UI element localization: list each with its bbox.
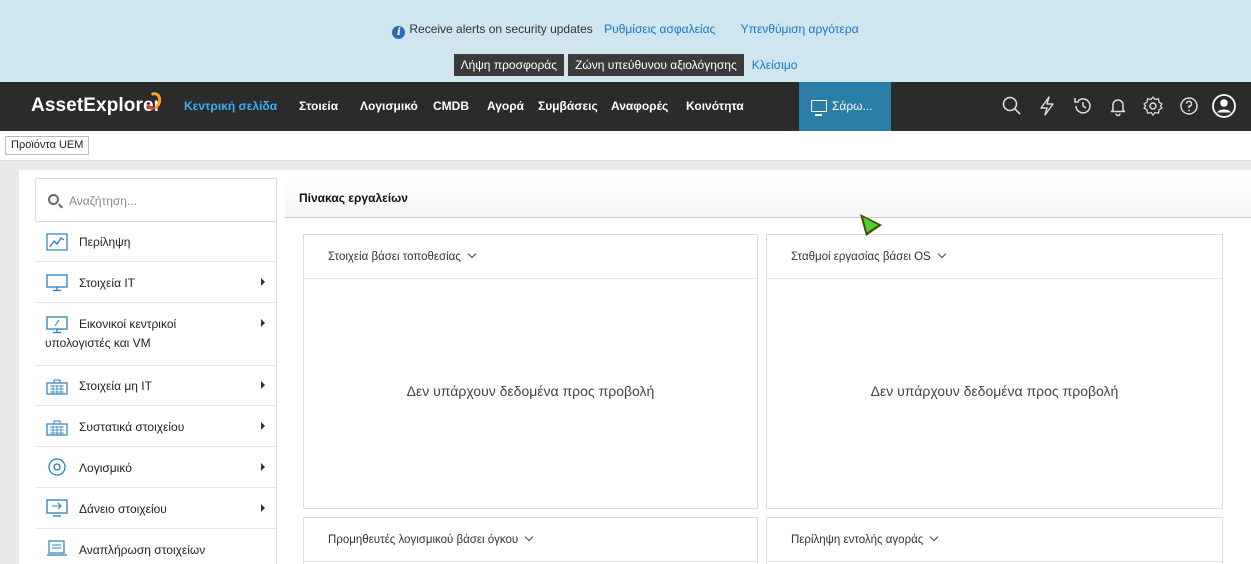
widget-title-dropdown[interactable]: Σταθμοί εργασίας βάσει OS [791, 249, 946, 263]
sidebar-item-replenishment[interactable]: Αναπλήρωση στοιχείων [35, 529, 277, 564]
sidebar-item-asset-components[interactable]: Συστατικά στοιχείου [35, 406, 277, 447]
empty-state-message: Δεν υπάρχουν δεδομένα προς προβολή [870, 383, 1119, 399]
mouse-cursor-icon [860, 214, 882, 236]
info-icon: i [392, 26, 406, 39]
lightning-icon[interactable] [1034, 93, 1060, 119]
scan-button[interactable]: Σάρω... [799, 82, 891, 131]
banner-actions: Λήψη προσφοράς Ζώνη υπεύθυνου αξιολόγησης… [0, 54, 1251, 76]
widget-title-dropdown[interactable]: Στοιχεία βάσει τοποθεσίας [328, 249, 477, 263]
get-offer-button[interactable]: Λήψη προσφοράς [453, 54, 565, 76]
gear-icon[interactable] [1140, 93, 1166, 119]
widget-header: Σταθμοί εργασίας βάσει OS [767, 235, 1222, 279]
banner-message: Receive alerts on security updates [409, 22, 593, 36]
disc-icon [46, 458, 68, 476]
sidebar-item-label: Δάνειο στοιχείου [79, 502, 167, 516]
nav-assets[interactable]: Στοιεία [299, 82, 338, 131]
sidebar-item-summary[interactable]: Περίληψη [35, 222, 277, 262]
evaluator-zone-button[interactable]: Ζώνη υπεύθυνου αξιολόγησης [568, 54, 744, 76]
scan-label: Σάρω... [832, 99, 873, 113]
sidebar-item-non-it-assets[interactable]: Στοιχεία μη IT [35, 366, 277, 406]
widget-purchase-order-summary: Περίληψη εντολής αγοράς [766, 517, 1223, 564]
sidebar-search-input[interactable]: Αναζήτηση... [69, 194, 137, 208]
security-settings-link[interactable]: Ρυθμίσεις ασφαλείας [604, 22, 715, 36]
caret-right-icon [261, 319, 265, 327]
sidebar-search[interactable]: Αναζήτηση... [35, 178, 277, 222]
sidebar-item-software[interactable]: Λογισμικό [35, 447, 277, 488]
left-sidebar: Αναζήτηση... Περίληψη Στοιχεία IT Εικονι… [35, 178, 277, 564]
nav-software[interactable]: Λογισμικό [360, 82, 418, 131]
banner-message-row: i Receive alerts on security updates Ρυθμ… [0, 22, 1251, 39]
chevron-down-icon [937, 249, 946, 259]
main-content: Αναζήτηση... Περίληψη Στοιχεία IT Εικονι… [19, 170, 1251, 564]
nav-icon-tray [993, 93, 1237, 119]
sidebar-item-label: Περίληψη [79, 235, 131, 249]
sidebar-item-label: Λογισμικό [79, 461, 132, 475]
sub-toolbar: Προϊόντα UEM [0, 131, 1251, 161]
widget-header: Περίληψη εντολής αγοράς [767, 518, 1222, 562]
nav-home[interactable]: Κεντρική σελίδα [180, 82, 282, 131]
widget-title-text: Σταθμοί εργασίας βάσει OS [791, 251, 931, 263]
chevron-down-icon [930, 532, 939, 542]
sidebar-item-it-assets[interactable]: Στοιχεία IT [35, 262, 277, 303]
caret-right-icon [261, 278, 265, 286]
top-navigation: AssetExplorer Κεντρική σελίδα Στοιεία Λο… [0, 82, 1251, 131]
widget-title-text: Περίληψη εντολής αγοράς [791, 534, 924, 546]
widget-assets-by-location: Στοιχεία βάσει τοποθεσίας Δεν υπάρχουν δ… [303, 234, 758, 509]
nav-reports[interactable]: Αναφορές [611, 82, 668, 131]
sidebar-item-label: Αναπλήρωση στοιχείων [79, 543, 206, 557]
nav-cmdb[interactable]: CMDB [433, 82, 469, 131]
monitor-icon [46, 274, 68, 292]
uem-products-button[interactable]: Προϊόντα UEM [5, 136, 90, 155]
widget-workstations-by-os: Σταθμοί εργασίας βάσει OS Δεν υπάρχουν δ… [766, 234, 1223, 509]
caret-right-icon [261, 381, 265, 389]
replenish-icon [46, 540, 68, 558]
widget-title-text: Στοιχεία βάσει τοποθεσίας [328, 251, 461, 263]
chevron-down-icon [524, 532, 534, 542]
user-icon[interactable] [1211, 93, 1237, 119]
widget-title-dropdown[interactable]: Περίληψη εντολής αγοράς [791, 532, 939, 546]
nav-contracts[interactable]: Συμβάσεις [538, 82, 598, 131]
caret-right-icon [261, 463, 265, 471]
loan-icon [46, 499, 68, 517]
empty-state-message: Δεν υπάρχουν δεδομένα προς προβολή [406, 383, 655, 399]
alert-banner: i Receive alerts on security updates Ρυθμ… [0, 0, 1251, 82]
sidebar-item-label: Στοιχεία μη IT [79, 379, 152, 393]
history-icon[interactable] [1070, 93, 1096, 119]
chevron-down-icon [467, 249, 477, 259]
sidebar-item-label: Εικονικοί κεντρικοί [79, 317, 177, 331]
caret-right-icon [261, 422, 265, 430]
sidebar-item-label: Συστατικά στοιχείου [79, 420, 185, 434]
sidebar-item-label: Στοιχεία IT [79, 276, 136, 290]
page-title: Πίνακας εργαλείων [299, 191, 408, 205]
nav-community[interactable]: Κοινότητα [686, 82, 744, 131]
nav-purchase[interactable]: Αγορά [487, 82, 524, 131]
dashboard-header: Πίνακας εργαλείων [285, 178, 1251, 218]
sidebar-item-label-line2: υπολογιστές και VM [45, 336, 151, 350]
widget-header: Στοιχεία βάσει τοποθεσίας [304, 235, 757, 279]
remind-later-link[interactable]: Υπενθύμιση αργότερα [741, 22, 859, 36]
sidebar-item-asset-loan[interactable]: Δάνειο στοιχείου [35, 488, 277, 529]
monitor-icon [811, 100, 827, 116]
widget-software-vendors-by-volume: Προμηθευτές λογισμικού βάσει όγκου [303, 517, 758, 564]
caret-right-icon [261, 504, 265, 512]
search-icon[interactable] [999, 93, 1025, 119]
virtual-monitor-icon [46, 316, 68, 334]
app-logo[interactable]: AssetExplorer [31, 95, 161, 117]
close-banner-link[interactable]: Κλείσιμο [752, 58, 798, 72]
widget-header: Προμηθευτές λογισμικού βάσει όγκου [304, 518, 757, 562]
keyboard-icon [46, 418, 68, 436]
keyboard-icon [46, 377, 68, 395]
sidebar-item-virtual-hosts[interactable]: Εικονικοί κεντρικοί υπολογιστές και VM [35, 303, 277, 366]
search-icon [48, 194, 59, 205]
help-icon[interactable] [1176, 93, 1202, 119]
widget-title-dropdown[interactable]: Προμηθευτές λογισμικού βάσει όγκου [328, 532, 534, 546]
chart-icon [46, 233, 68, 251]
bell-icon[interactable] [1105, 93, 1131, 119]
widget-title-text: Προμηθευτές λογισμικού βάσει όγκου [328, 534, 519, 546]
